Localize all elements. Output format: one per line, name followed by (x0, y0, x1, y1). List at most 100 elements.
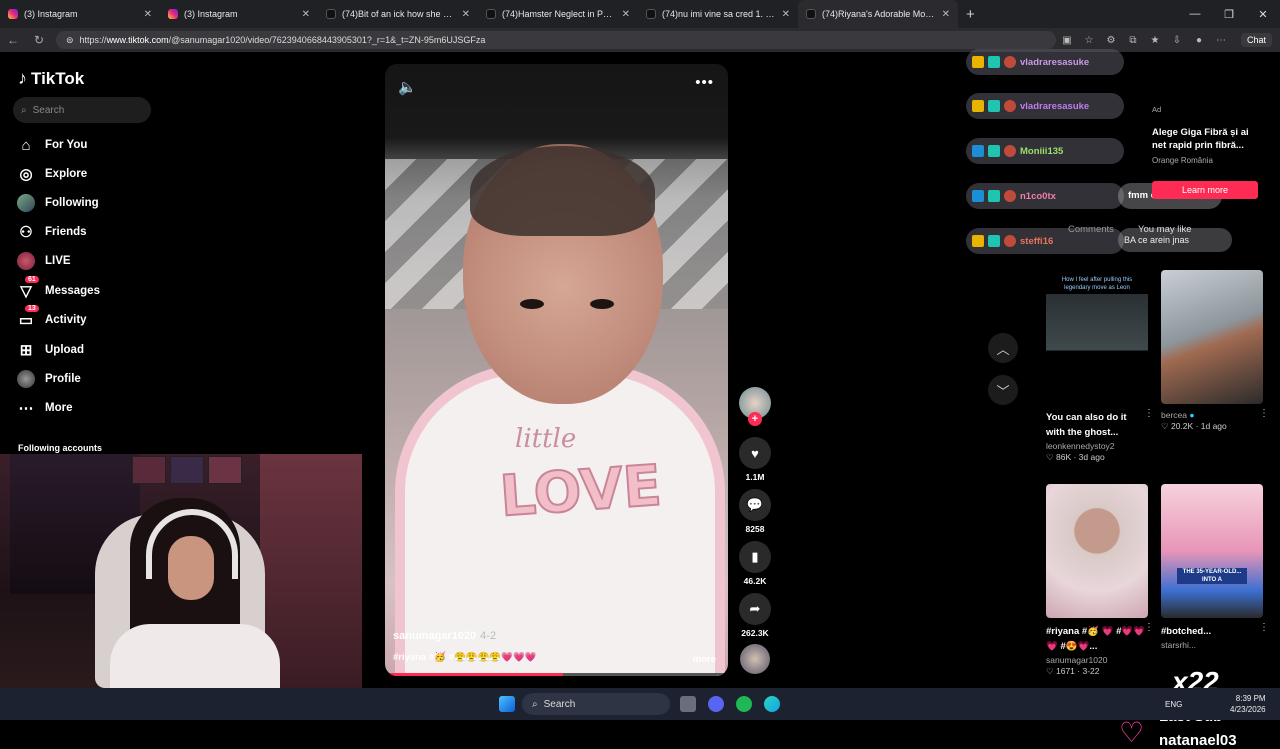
close-icon[interactable]: ✕ (782, 9, 790, 20)
tab-tiktok-active[interactable]: (74)Riyana's Adorable Moments | ✕ (798, 0, 958, 28)
windows-start-icon[interactable] (499, 696, 515, 712)
chat-username: steffi16 (1020, 235, 1054, 247)
music-disc[interactable] (740, 644, 770, 674)
more-options-icon[interactable]: ••• (695, 74, 714, 91)
url-field[interactable]: ⊜ https://www.tiktok.com/@sanumagar1020/… (56, 31, 1056, 49)
video-player[interactable]: little LOVE 🔈 ••• sanumagar1020 4-2 #riya… (385, 64, 728, 676)
ad-title[interactable]: Alege Giga Fibră și ai net rapid prin fi… (1152, 126, 1262, 152)
video-progress-bar[interactable] (385, 673, 728, 676)
search-icon: ⌕ (21, 104, 27, 116)
language-indicator[interactable]: ENG (1165, 700, 1182, 709)
volume-icon[interactable]: 🔈 (398, 78, 417, 96)
more-menu-icon[interactable]: ⋯ (1210, 35, 1232, 46)
video-title[interactable]: #riyana #🥳 💗 #💗💗💗 #😍💗... (1046, 624, 1148, 654)
like-action[interactable]: ♥ 1.1M (739, 437, 771, 482)
sidebar-item-messages[interactable]: ▽ 61 Messages (17, 276, 100, 300)
maximize-button[interactable]: ❐ (1212, 8, 1246, 21)
more-options-icon[interactable]: ⋮ (1144, 408, 1154, 419)
sidebar-item-label: Upload (45, 344, 84, 356)
compass-icon: ◎ (19, 166, 33, 183)
share-action[interactable]: ➦ 262.3K (739, 593, 771, 638)
site-info-icon[interactable]: ⊜ (66, 35, 74, 46)
close-icon[interactable]: ✕ (302, 9, 310, 20)
recommended-video[interactable]: THE 35-YEAR-OLD... INTO A #botched... st… (1161, 484, 1269, 650)
learn-more-button[interactable]: Learn more (1152, 181, 1258, 199)
extensions-icon[interactable]: ⚙ (1100, 35, 1122, 46)
author-name[interactable]: sanumagar1020 (393, 630, 476, 642)
video-author[interactable]: bercea ● (1161, 410, 1263, 420)
minimize-button[interactable]: — (1178, 8, 1212, 20)
collections-icon[interactable]: ⧉ (1122, 35, 1144, 46)
tab-tiktok-3[interactable]: (74)nu imi vine sa cred 1. ca s-a im ✕ (638, 0, 798, 28)
favorite-icon[interactable]: ☆ (1078, 35, 1100, 46)
close-icon[interactable]: ✕ (942, 9, 950, 20)
taskbar-search[interactable]: ⌕ Search (522, 693, 670, 715)
video-thumbnail[interactable]: THE 35-YEAR-OLD... INTO A (1161, 484, 1263, 618)
caption-more-link[interactable]: more (693, 654, 716, 665)
sidebar-item-upload[interactable]: ⊞ Upload (17, 341, 84, 359)
back-button[interactable]: ← (0, 33, 26, 47)
favorites-bar-icon[interactable]: ★ (1144, 35, 1166, 46)
video-author[interactable]: leonkennedystoy2 (1046, 441, 1148, 451)
video-thumbnail[interactable] (1046, 484, 1148, 618)
bookmark-icon[interactable]: ▮ (739, 541, 771, 573)
sidebar-item-profile[interactable]: Profile (17, 370, 81, 388)
downloads-icon[interactable]: ⇩ (1166, 35, 1188, 46)
profile-avatar[interactable]: ● (1188, 35, 1210, 46)
more-options-icon[interactable]: ⋮ (1259, 622, 1269, 633)
tab-instagram-1[interactable]: (3) Instagram ✕ (0, 0, 160, 28)
video-thumbnail[interactable]: How I feel after pulling this legendary … (1046, 270, 1148, 404)
split-view-icon[interactable]: ▣ (1056, 35, 1078, 46)
sidebar-item-more[interactable]: ⋯ More (17, 399, 73, 417)
save-action[interactable]: ▮ 46.2K (739, 541, 771, 586)
heart-icon[interactable]: ♥ (739, 437, 771, 469)
task-view-icon[interactable] (680, 696, 696, 712)
close-window-button[interactable]: ✕ (1246, 8, 1280, 21)
tiktok-logo[interactable]: ♪ TikTok (18, 68, 84, 89)
spotify-icon[interactable] (736, 696, 752, 712)
share-icon[interactable]: ➦ (739, 593, 771, 625)
close-icon[interactable]: ✕ (144, 9, 152, 20)
tab-tiktok-2[interactable]: (74)Hamster Neglect in Pet Stores ✕ (478, 0, 638, 28)
video-author[interactable]: sanumagar1020 4-2 (393, 630, 496, 642)
sidebar-item-label: Activity (45, 314, 87, 326)
video-title[interactable]: You can also do it with the ghost... (1046, 410, 1148, 440)
copilot-chat-button[interactable]: Chat (1240, 33, 1272, 47)
new-tab-button[interactable]: + (958, 6, 983, 23)
refresh-button[interactable]: ↻ (26, 33, 52, 47)
discord-icon[interactable] (708, 696, 724, 712)
search-input[interactable]: ⌕ Search (13, 97, 151, 123)
close-icon[interactable]: ✕ (462, 9, 470, 20)
previous-video-button[interactable]: ︿ (988, 333, 1018, 363)
video-thumbnail[interactable] (1161, 270, 1263, 404)
comment-action[interactable]: 💬 8258 (739, 489, 771, 534)
recommended-video[interactable]: How I feel after pulling this legendary … (1046, 270, 1154, 463)
sidebar-item-friends[interactable]: ⚇ Friends (17, 223, 86, 241)
video-author[interactable]: sanumagar1020 (1046, 655, 1148, 665)
close-icon[interactable]: ✕ (622, 9, 630, 20)
comment-icon[interactable]: 💬 (739, 489, 771, 521)
tab-instagram-2[interactable]: (3) Instagram ✕ (160, 0, 318, 28)
sidebar-item-following[interactable]: Following (17, 194, 99, 212)
clock[interactable]: 8:39 PM 4/23/2026 (1230, 693, 1266, 715)
sidebar-item-for-you[interactable]: ⌂ For You (17, 136, 87, 154)
tab-you-may-like[interactable]: You may like (1138, 224, 1192, 235)
recommended-video[interactable]: bercea ● ♡ 20.2K · 1d ago ⋮ (1161, 270, 1269, 432)
sidebar-item-live[interactable]: LIVE (17, 252, 71, 270)
more-options-icon[interactable]: ⋮ (1144, 622, 1154, 633)
video-author[interactable]: starsrhi... (1161, 640, 1263, 650)
edge-icon[interactable] (764, 696, 780, 712)
sidebar-item-label: Messages (45, 285, 100, 297)
tiktok-note-icon: ♪ (18, 68, 27, 88)
follow-plus-button[interactable]: + (748, 412, 762, 426)
tab-title: (74)Riyana's Adorable Moments | (822, 9, 936, 19)
sidebar-item-activity[interactable]: ▭ 13 Activity (17, 305, 87, 329)
tab-tiktok-1[interactable]: (74)Bit of an ick how she messed u ✕ (318, 0, 478, 28)
sidebar-item-explore[interactable]: ◎ Explore (17, 165, 87, 183)
next-video-button[interactable]: ﹀ (988, 375, 1018, 405)
chat-message: n1co0tx (966, 183, 1124, 209)
more-options-icon[interactable]: ⋮ (1259, 408, 1269, 419)
tab-comments[interactable]: Comments (1068, 224, 1114, 235)
recommended-video[interactable]: #riyana #🥳 💗 #💗💗💗 #😍💗... sanumagar1020 ♡… (1046, 484, 1154, 677)
video-title[interactable]: #botched... (1161, 624, 1263, 639)
